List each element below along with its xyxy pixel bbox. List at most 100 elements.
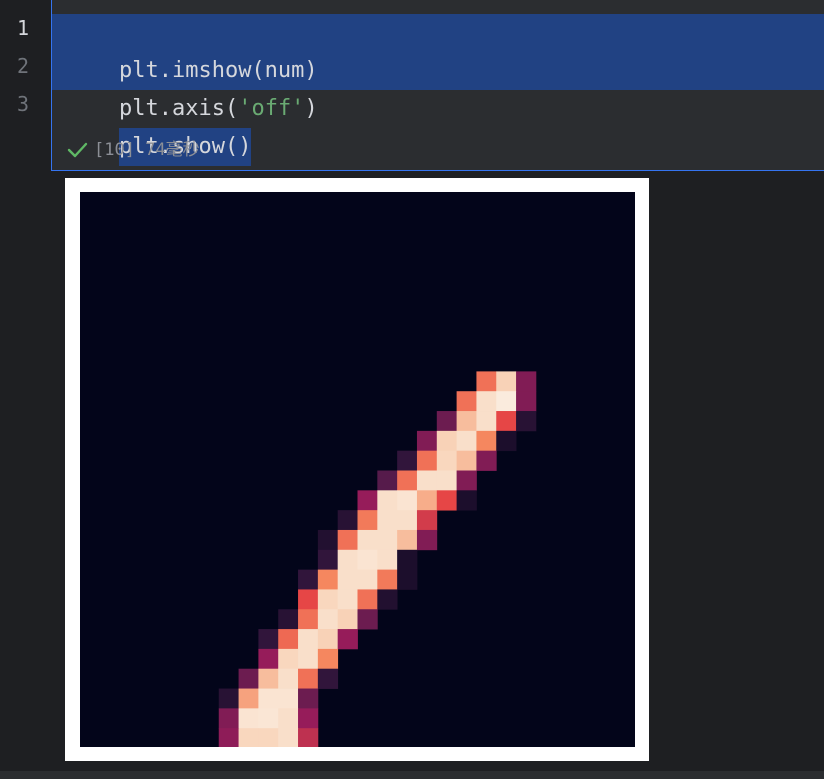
image-pixel <box>436 490 458 511</box>
image-pixel <box>298 569 319 590</box>
image-pixel <box>238 688 259 709</box>
image-pixel <box>496 430 517 452</box>
image-pixel <box>317 648 339 670</box>
line-number-3: 3 <box>16 92 30 116</box>
image-pixel <box>397 490 418 511</box>
image-pixel <box>298 668 319 689</box>
image-pixel <box>258 648 279 670</box>
image-pixel <box>337 569 358 590</box>
line-number-2: 2 <box>16 54 30 78</box>
image-pixel <box>397 450 418 471</box>
image-pixel <box>317 549 339 571</box>
image-pixel <box>298 589 319 610</box>
image-pixel <box>476 391 497 412</box>
image-pixel <box>416 470 438 491</box>
image-pixel <box>377 569 398 590</box>
cell-output-image <box>65 178 649 761</box>
image-pixel <box>516 371 537 392</box>
image-pixel <box>337 549 358 571</box>
image-pixel <box>476 411 497 432</box>
image-pixel <box>298 728 319 747</box>
image-pixel <box>298 708 319 729</box>
imshow-plot <box>80 192 635 747</box>
image-pixel <box>258 629 279 650</box>
image-pixel <box>377 490 398 511</box>
line-number-1: 1 <box>16 16 30 40</box>
image-pixel <box>317 569 339 590</box>
image-pixel <box>357 490 378 511</box>
image-pixel <box>377 510 398 531</box>
image-pixel <box>278 648 299 670</box>
image-pixel <box>258 688 279 709</box>
image-pixel <box>436 470 458 491</box>
image-pixel <box>317 629 339 650</box>
image-pixel <box>238 668 259 689</box>
image-pixel <box>357 589 378 610</box>
image-pixel <box>476 450 497 471</box>
image-pixel <box>218 708 239 729</box>
image-pixel <box>436 430 458 452</box>
image-pixel <box>456 430 477 452</box>
image-pixel <box>238 728 259 747</box>
image-pixel <box>397 569 418 590</box>
image-pixel <box>397 549 418 571</box>
image-pixel <box>357 529 378 551</box>
check-icon <box>66 139 88 161</box>
image-pixel <box>416 490 438 511</box>
image-pixel <box>416 510 438 531</box>
image-pixel <box>397 470 418 491</box>
image-pixel <box>278 708 299 729</box>
image-pixel <box>496 411 517 432</box>
code-line-3[interactable]: plt.show() <box>66 90 252 166</box>
image-pixel <box>357 510 378 531</box>
horizontal-scrollbar[interactable] <box>0 771 824 779</box>
image-pixel <box>337 529 358 551</box>
image-pixel <box>476 430 497 452</box>
line-number-gutter: 1 2 3 <box>0 0 51 779</box>
image-pixel <box>337 609 358 630</box>
image-pixel <box>456 450 477 471</box>
image-pixel <box>516 411 537 432</box>
image-pixel <box>298 688 319 709</box>
code-cell[interactable]: plt.imshow(num) plt.axis('off') plt.show… <box>51 0 824 171</box>
image-pixel <box>456 391 477 412</box>
image-pixel <box>436 450 458 471</box>
run-status: [10] 74毫秒 <box>66 135 200 165</box>
image-pixel <box>258 728 279 747</box>
execution-info: [10] 74毫秒 <box>94 140 200 160</box>
image-pixel <box>278 668 299 689</box>
image-pixel <box>377 470 398 491</box>
image-pixel <box>397 529 418 551</box>
image-pixel <box>416 450 438 471</box>
image-pixel <box>337 629 358 650</box>
image-pixel <box>218 728 239 747</box>
image-pixel <box>317 589 339 610</box>
image-pixel <box>298 629 319 650</box>
image-pixel <box>456 490 477 511</box>
image-pixel <box>377 529 398 551</box>
image-pixel <box>377 549 398 571</box>
image-pixel <box>377 589 398 610</box>
code-line-2[interactable]: plt.axis('off') <box>66 52 318 121</box>
code-text: ) <box>304 96 318 121</box>
image-pixel <box>476 371 497 392</box>
image-pixel <box>397 510 418 531</box>
image-pixel <box>337 589 358 610</box>
image-pixel <box>298 609 319 630</box>
image-pixel <box>496 391 517 412</box>
image-pixel <box>516 391 537 412</box>
image-pixel <box>258 668 279 689</box>
image-pixel <box>317 668 339 689</box>
image-pixel <box>496 371 517 392</box>
image-pixel <box>456 411 477 432</box>
image-background <box>80 192 635 747</box>
image-pixel <box>317 609 339 630</box>
image-pixel <box>278 728 299 747</box>
image-pixel <box>416 430 438 452</box>
image-pixel <box>436 411 458 432</box>
image-pixel <box>218 688 239 709</box>
image-pixel <box>357 609 378 630</box>
code-line-1[interactable]: plt.imshow(num) <box>66 14 318 83</box>
image-pixel <box>357 569 378 590</box>
image-pixel <box>278 629 299 650</box>
